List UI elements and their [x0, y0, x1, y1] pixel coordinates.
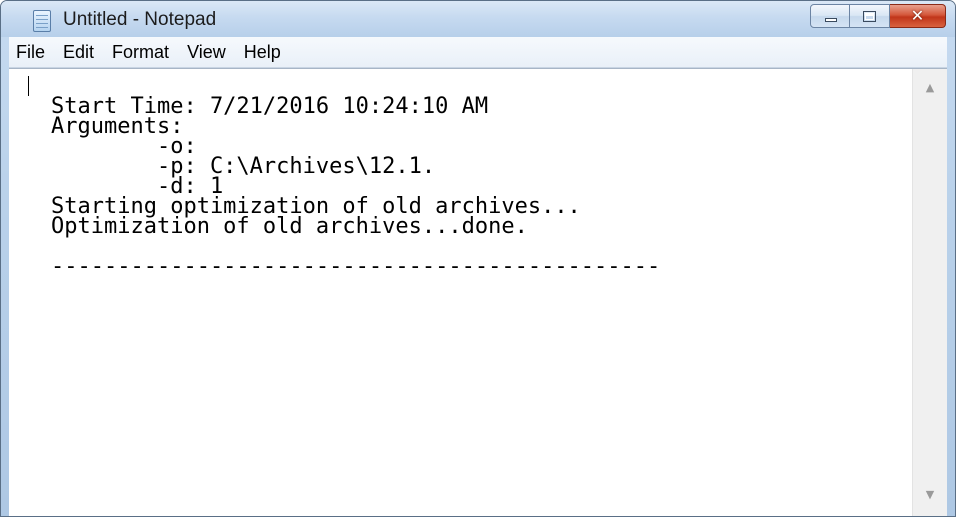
maximize-button[interactable]	[850, 4, 890, 28]
menu-help[interactable]: Help	[235, 42, 290, 63]
document-text: Start Time: 7/21/2016 10:24:10 AM Argume…	[51, 94, 661, 279]
scroll-up-icon[interactable]: ▲	[913, 73, 947, 103]
notepad-icon[interactable]	[33, 10, 51, 32]
menu-format[interactable]: Format	[103, 42, 178, 63]
menu-bar: File Edit Format View Help	[9, 37, 947, 68]
window-title: Untitled - Notepad	[63, 9, 217, 30]
close-button[interactable]: ✕	[890, 4, 946, 28]
title-bar[interactable]: Untitled - Notepad ✕	[1, 1, 955, 37]
editor-client-area: Start Time: 7/21/2016 10:24:10 AM Argume…	[9, 68, 947, 516]
vertical-scrollbar[interactable]: ▲ ▼	[912, 69, 947, 516]
menu-file[interactable]: File	[9, 42, 54, 63]
notepad-window: Untitled - Notepad ✕ File Edit Format Vi…	[0, 0, 956, 517]
menu-view[interactable]: View	[178, 42, 235, 63]
minimize-button[interactable]	[810, 4, 850, 28]
text-caret	[28, 76, 29, 96]
minimize-icon	[825, 18, 837, 22]
caption-buttons: ✕	[810, 4, 946, 30]
maximize-icon	[863, 11, 876, 22]
menu-edit[interactable]: Edit	[54, 42, 103, 63]
close-icon: ✕	[910, 6, 925, 25]
scroll-down-icon[interactable]: ▼	[913, 480, 947, 510]
text-editor[interactable]: Start Time: 7/21/2016 10:24:10 AM Argume…	[9, 69, 913, 516]
